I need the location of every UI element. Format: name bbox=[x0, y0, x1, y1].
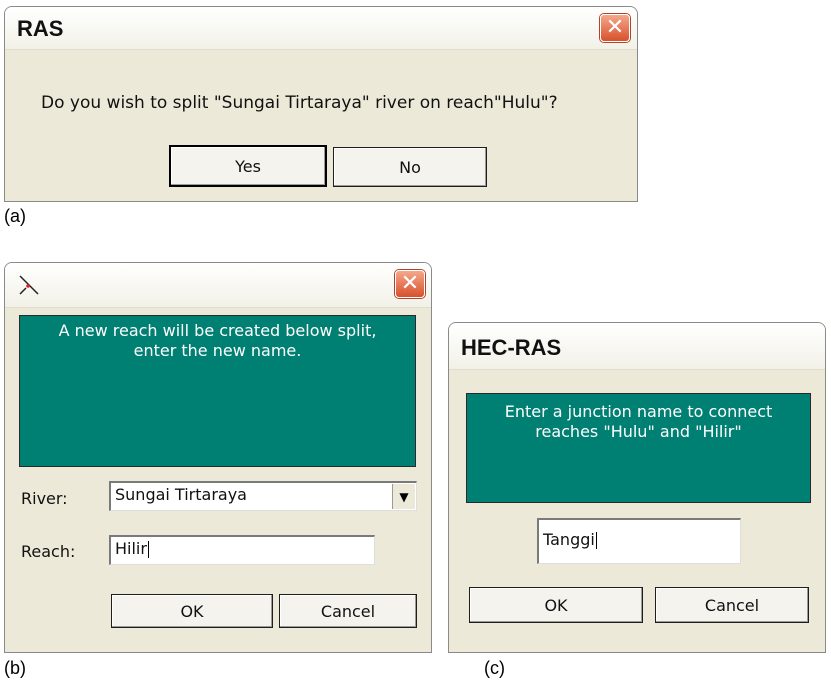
cancel-button[interactable]: Cancel bbox=[279, 594, 417, 628]
no-button[interactable]: No bbox=[333, 147, 487, 187]
close-button[interactable]: ✕ bbox=[600, 14, 630, 42]
text-caret bbox=[147, 541, 149, 558]
split-confirm-dialog: RAS ✕ Do you wish to split "Sungai Tirta… bbox=[4, 6, 638, 202]
title-bar: ✕ bbox=[5, 263, 431, 308]
dialog-title: RAS bbox=[17, 16, 64, 41]
reach-input[interactable]: Hilir bbox=[109, 535, 375, 565]
junction-name-value: Tanggi bbox=[543, 530, 595, 549]
info-panel: Enter a junction name to connect reaches… bbox=[466, 393, 811, 503]
cancel-button[interactable]: Cancel bbox=[655, 587, 809, 623]
info-panel: A new reach will be created below split,… bbox=[19, 315, 416, 467]
junction-name-dialog: HEC-RAS Enter a junction name to connect… bbox=[448, 322, 826, 653]
info-line-2: enter the new name. bbox=[133, 341, 302, 360]
new-reach-dialog: ✕ A new reach will be created below spli… bbox=[4, 262, 432, 653]
reach-input-value: Hilir bbox=[115, 539, 147, 558]
close-icon: ✕ bbox=[605, 15, 625, 40]
caption-a: (a) bbox=[4, 206, 26, 226]
caption-b: (b) bbox=[4, 658, 26, 678]
dropdown-button[interactable]: ▼ bbox=[392, 484, 415, 509]
text-caret bbox=[595, 532, 597, 549]
river-select[interactable]: Sungai Tirtaraya ▼ bbox=[109, 481, 417, 511]
junction-name-input[interactable]: Tanggi bbox=[537, 518, 741, 564]
title-bar: HEC-RAS bbox=[449, 323, 825, 370]
info-line-2: reaches "Hulu" and "Hilir" bbox=[535, 422, 742, 441]
caption-c: (c) bbox=[484, 658, 505, 678]
yes-button[interactable]: Yes bbox=[169, 145, 327, 187]
close-button[interactable]: ✕ bbox=[395, 270, 425, 298]
title-bar: RAS ✕ bbox=[5, 7, 637, 50]
reach-label: Reach: bbox=[21, 542, 76, 561]
river-select-value: Sungai Tirtaraya bbox=[115, 485, 247, 504]
confirm-message: Do you wish to split "Sungai Tirtaraya" … bbox=[41, 93, 558, 113]
close-icon: ✕ bbox=[400, 271, 420, 296]
info-line-1: Enter a junction name to connect bbox=[504, 402, 773, 421]
chevron-down-icon: ▼ bbox=[399, 489, 409, 504]
dialog-title: HEC-RAS bbox=[461, 335, 562, 360]
ok-button[interactable]: OK bbox=[469, 587, 643, 623]
info-line-1: A new reach will be created below split, bbox=[58, 321, 377, 340]
hec-ras-app-icon bbox=[19, 275, 39, 295]
ok-button[interactable]: OK bbox=[111, 594, 273, 628]
river-label: River: bbox=[21, 489, 68, 508]
